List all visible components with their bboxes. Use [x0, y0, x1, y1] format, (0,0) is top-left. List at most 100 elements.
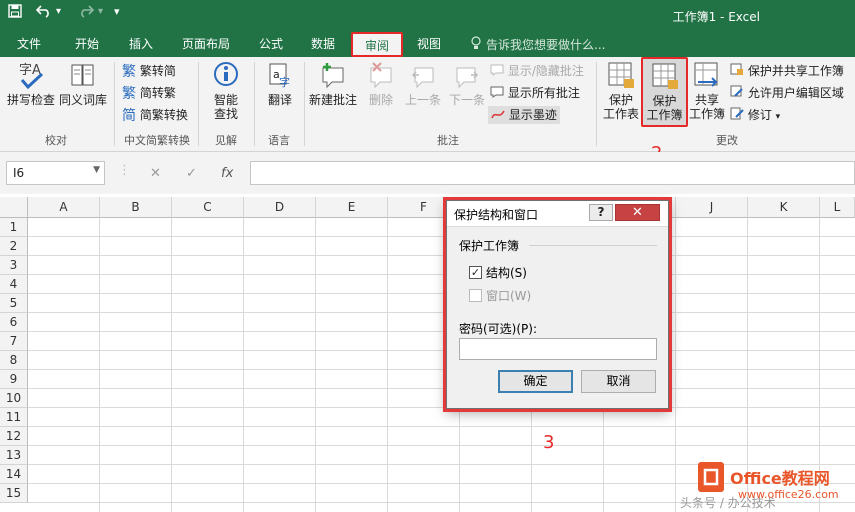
- help-button[interactable]: ?: [589, 204, 613, 221]
- column-header-k[interactable]: K: [748, 197, 820, 218]
- tab-formulas[interactable]: 公式: [250, 34, 292, 54]
- grid-row-line: [28, 407, 855, 408]
- column-header-d[interactable]: D: [244, 197, 316, 218]
- protect-sheet-label-2: 工作表: [602, 107, 639, 121]
- protect-share-icon: [730, 63, 744, 81]
- row-header-2[interactable]: 2: [0, 237, 28, 256]
- windows-checkbox: [469, 289, 482, 302]
- row-header-7[interactable]: 7: [0, 332, 28, 351]
- track-changes-dropdown-icon: ▾: [775, 112, 781, 122]
- svg-text:字: 字: [279, 75, 290, 89]
- thesaurus-icon: [58, 60, 108, 93]
- grid-row-line: [28, 445, 855, 446]
- cancel-button[interactable]: 取消: [581, 370, 656, 393]
- name-box-value: I6: [13, 166, 25, 180]
- translate-button[interactable]: a字 翻译: [260, 60, 300, 112]
- simp-trad-label: 简转繁: [139, 86, 176, 100]
- tab-view[interactable]: 视图: [408, 34, 450, 54]
- structure-checkbox[interactable]: ✓: [469, 266, 482, 279]
- previous-comment-button: 上一条: [402, 60, 444, 112]
- group-separator: [596, 62, 597, 146]
- group-label-comments: 批注: [437, 134, 459, 147]
- watermark-url: www.office26.com: [738, 488, 839, 501]
- simplified-to-traditional-button[interactable]: 繁 简转繁: [122, 84, 176, 102]
- protect-sheet-button[interactable]: 保护 工作表: [602, 60, 640, 126]
- structure-checkbox-row[interactable]: ✓ 结构(S): [469, 264, 527, 281]
- previous-comment-icon: [402, 60, 444, 93]
- show-ink-button[interactable]: 显示墨迹: [488, 106, 560, 124]
- select-all-corner[interactable]: [0, 197, 28, 218]
- show-all-comments-button[interactable]: 显示所有批注: [490, 84, 580, 102]
- enter-icon[interactable]: ✓: [186, 166, 197, 181]
- group-separator: [114, 62, 115, 146]
- row-header-5[interactable]: 5: [0, 294, 28, 313]
- password-input[interactable]: [459, 338, 657, 360]
- column-header-j[interactable]: J: [676, 197, 748, 218]
- grid-row-line: [28, 369, 855, 370]
- formula-input[interactable]: [250, 161, 855, 185]
- group-separator: [304, 62, 305, 146]
- share-workbook-label-1: 共享: [694, 93, 719, 107]
- name-box-dropdown-icon[interactable]: ▼: [93, 165, 100, 175]
- annotation-3: 3: [543, 432, 555, 453]
- new-comment-button[interactable]: 新建批注: [308, 60, 358, 112]
- ok-button[interactable]: 确定: [498, 370, 573, 393]
- chinese-convert-label: 简繁转换: [139, 108, 188, 122]
- row-header-15[interactable]: 15: [0, 484, 28, 503]
- tab-page-layout[interactable]: 页面布局: [174, 34, 238, 54]
- tab-data[interactable]: 数据: [302, 34, 344, 54]
- row-header-6[interactable]: 6: [0, 313, 28, 332]
- windows-label: 窗口(W): [486, 289, 532, 303]
- grid-column-line: [315, 218, 316, 512]
- track-changes-button[interactable]: 修订 ▾: [730, 106, 780, 124]
- share-workbook-button[interactable]: 共享 工作簿: [688, 60, 726, 126]
- row-header-1[interactable]: 1: [0, 218, 28, 237]
- show-all-comments-icon: [490, 85, 504, 103]
- row-header-8[interactable]: 8: [0, 351, 28, 370]
- row-header-4[interactable]: 4: [0, 275, 28, 294]
- row-header-12[interactable]: 12: [0, 427, 28, 446]
- row-header-11[interactable]: 11: [0, 408, 28, 427]
- tell-me-search[interactable]: 告诉我您想要做什么...: [486, 36, 605, 53]
- allow-edit-ranges-label: 允许用户编辑区域: [747, 86, 844, 100]
- next-comment-icon: [446, 60, 488, 93]
- close-button[interactable]: ✕: [615, 204, 660, 221]
- column-header-a[interactable]: A: [28, 197, 100, 218]
- group-label-chinese: 中文简繁转换: [124, 134, 190, 147]
- grid-column-line: [675, 218, 676, 512]
- row-header-10[interactable]: 10: [0, 389, 28, 408]
- column-header-c[interactable]: C: [172, 197, 244, 218]
- office-logo-icon: [698, 462, 724, 492]
- cancel-icon[interactable]: ✕: [150, 166, 161, 181]
- column-header-l[interactable]: L: [820, 197, 855, 218]
- row-header-3[interactable]: 3: [0, 256, 28, 275]
- group-title-protect-workbook: 保护工作簿: [459, 239, 520, 253]
- tab-file[interactable]: 文件: [8, 34, 50, 54]
- show-all-comments-label: 显示所有批注: [507, 86, 580, 100]
- protect-workbook-button[interactable]: 保护 工作簿: [641, 57, 688, 127]
- row-header-9[interactable]: 9: [0, 370, 28, 389]
- name-box[interactable]: I6 ▼: [6, 161, 105, 185]
- grid-row-line: [28, 255, 855, 256]
- trad-simp-icon: 繁: [122, 63, 136, 80]
- row-header-13[interactable]: 13: [0, 446, 28, 465]
- traditional-to-simplified-button[interactable]: 繁 繁转简: [122, 62, 176, 80]
- row-header-14[interactable]: 14: [0, 465, 28, 484]
- tab-home[interactable]: 开始: [66, 34, 108, 54]
- show-hide-comment-icon: [490, 63, 504, 81]
- insert-function-icon[interactable]: fx: [221, 166, 233, 181]
- window-title: 工作簿1 - Excel: [672, 10, 760, 24]
- allow-edit-ranges-button[interactable]: 允许用户编辑区域: [730, 84, 844, 102]
- protect-and-share-button[interactable]: 保护并共享工作簿: [730, 62, 844, 80]
- spelling-button[interactable]: 字A 拼写检查: [4, 60, 58, 112]
- delete-comment-label: 删除: [368, 93, 393, 107]
- dialog-title-bar[interactable]: 保护结构和窗口 ? ✕: [447, 201, 668, 227]
- tab-insert[interactable]: 插入: [120, 34, 162, 54]
- column-header-b[interactable]: B: [100, 197, 172, 218]
- chinese-conversion-button[interactable]: 简 简繁转换: [122, 106, 188, 124]
- column-header-e[interactable]: E: [316, 197, 388, 218]
- new-comment-label: 新建批注: [308, 93, 357, 107]
- thesaurus-button[interactable]: 同义词库: [58, 60, 108, 112]
- tab-review[interactable]: 审阅: [351, 32, 403, 57]
- smart-lookup-button[interactable]: 智能 查找: [206, 60, 246, 126]
